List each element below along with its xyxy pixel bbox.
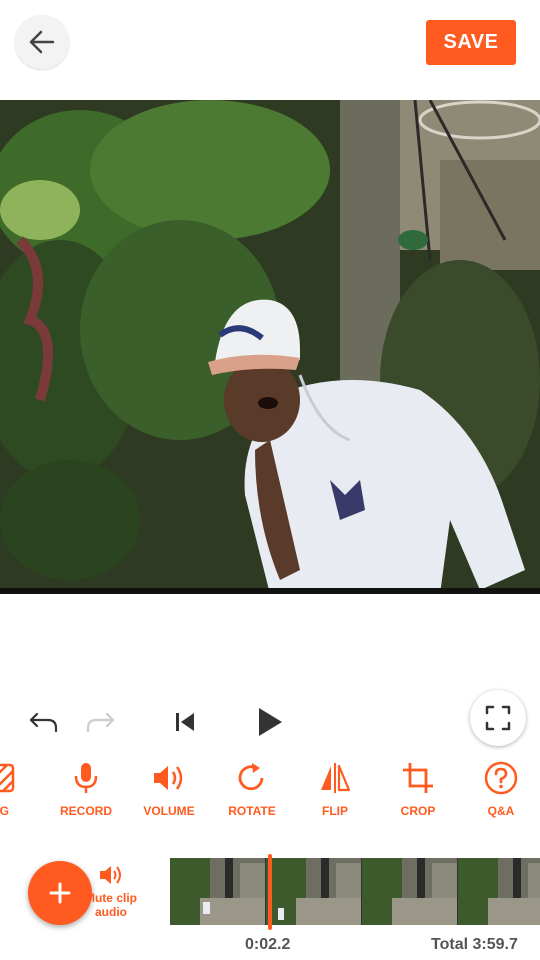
video-editor-screen: SAVE G RECORD VOLUME ROTATE FLIP CROP Q&… [0,0,540,960]
total-time: Total 3:59.7 [431,936,518,953]
arrow-left-icon [29,30,55,54]
tool-volume[interactable]: VOLUME [129,758,209,828]
mute-label: Mute clip audio [85,891,137,919]
rotate-icon [238,763,264,791]
mute-clip-audio-button[interactable]: Mute clip audio [78,863,144,919]
fullscreen-button[interactable] [470,690,526,746]
video-preview[interactable] [0,100,540,594]
clip-thumbnail [170,858,266,925]
tool-label: ROTATE [228,804,276,818]
timeline-playhead[interactable] [268,854,272,930]
playback-controls [0,690,540,750]
tool-label: VOLUME [143,804,195,818]
clip-thumbnail [266,858,362,925]
tool-flip[interactable]: FLIP [295,758,375,828]
save-button[interactable]: SAVE [426,20,516,65]
tool-qa[interactable]: Q&A [461,758,540,828]
timeline-panel: Mute clip audio 0:02.2 Total 3:59.7 [0,830,540,960]
clip-thumbnail-strip[interactable] [170,858,540,925]
play-icon[interactable] [254,704,286,745]
tool-label: CROP [400,804,436,818]
flip-icon [321,763,351,793]
clip-thumbnail [458,858,540,925]
crop-icon [403,763,433,793]
microphone-icon [74,763,98,793]
tool-label: RECORD [59,804,112,818]
tool-label: FLIP [322,804,348,818]
current-time: 0:02.2 [245,936,291,953]
background-icon [0,763,15,793]
tool-rotate[interactable]: ROTATE [212,758,292,828]
tool-crop[interactable]: CROP [378,758,458,828]
tool-bg[interactable]: BG [0,758,40,828]
edit-toolbar: BG RECORD VOLUME [0,750,540,830]
mute-label-line1: Mute clip [84,891,137,905]
skip-to-start-icon[interactable] [172,708,198,741]
tool-label: Q&A [487,804,515,818]
volume-icon [100,866,121,884]
volume-icon [154,766,183,790]
mute-label-line2: audio [94,905,127,919]
clip-thumbnail [362,858,458,925]
tool-record[interactable]: RECORD [46,758,126,828]
video-frame-image [0,100,540,594]
tool-label: BG [0,804,9,818]
redo-icon[interactable] [84,708,116,741]
undo-icon[interactable] [28,708,60,741]
back-button[interactable] [15,15,69,69]
question-icon [484,761,518,795]
fullscreen-icon [485,705,511,731]
plus-icon [49,882,71,904]
